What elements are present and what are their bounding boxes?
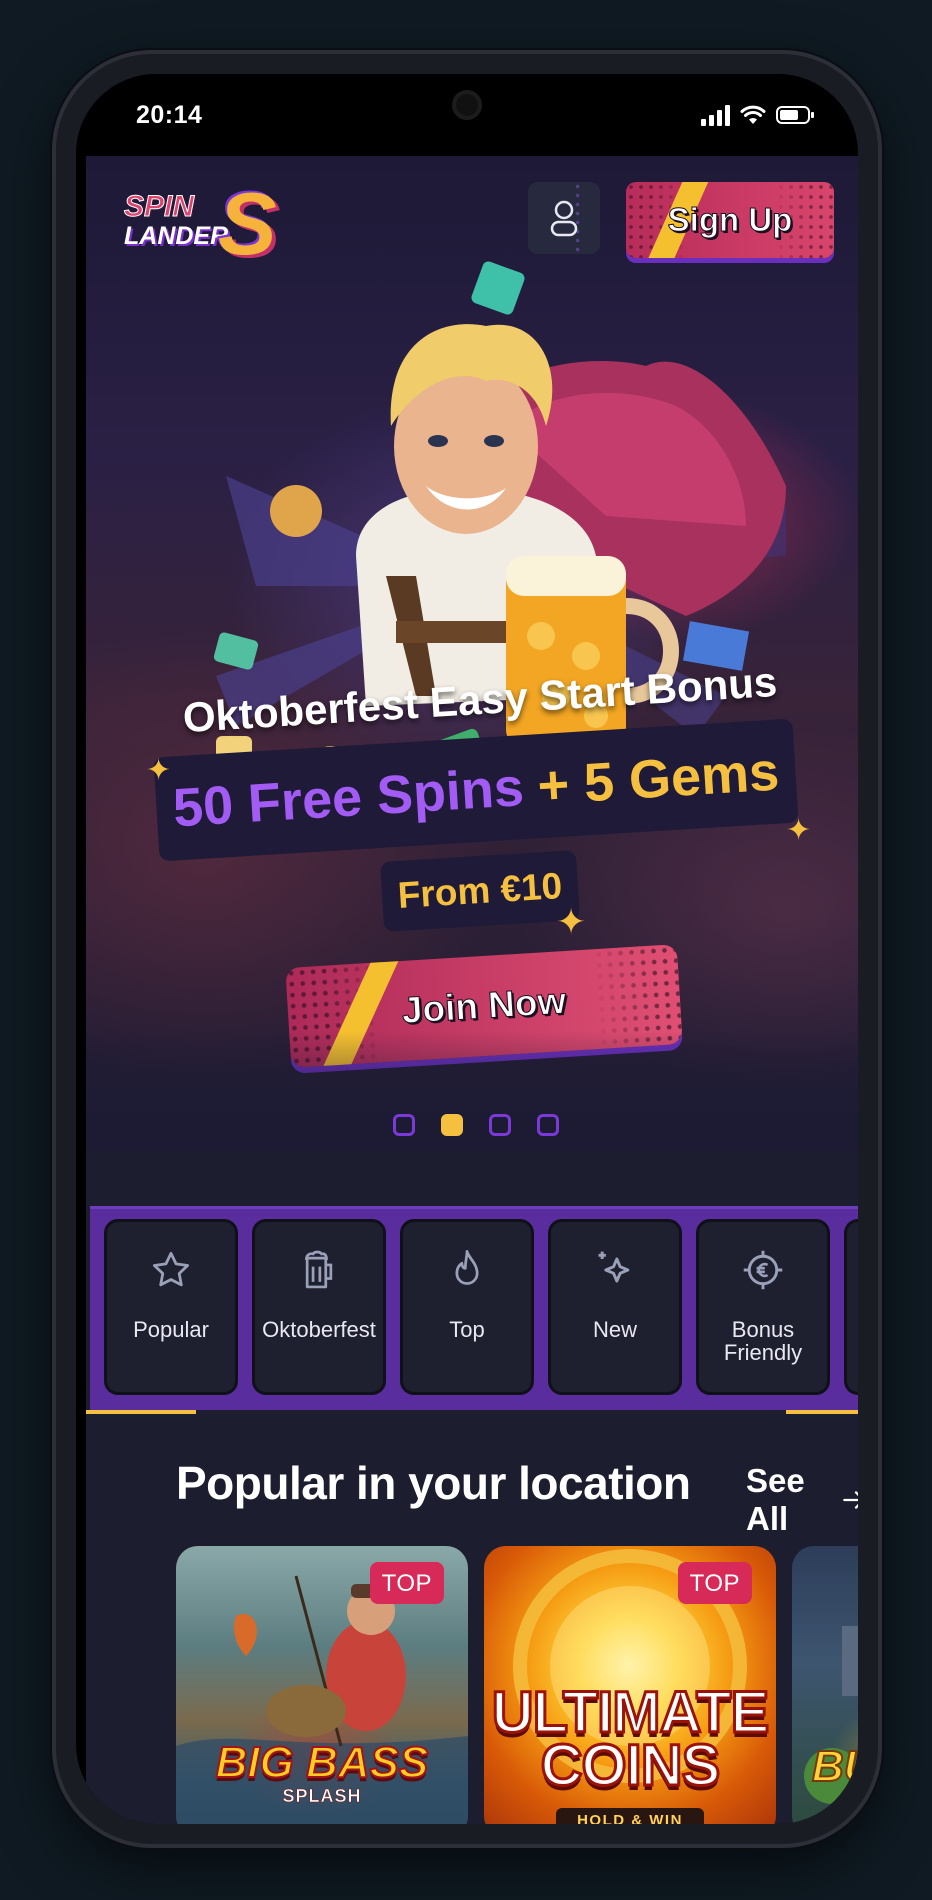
profile-button[interactable]: [528, 182, 600, 254]
app-viewport: SPIN LANDER S Sign Up Oktoberfest Easy S…: [86, 156, 858, 1824]
hero-banner[interactable]: SPIN LANDER S Sign Up Oktoberfest Easy S…: [86, 156, 858, 1151]
game-card-ultimate-coins[interactable]: TOP ULTIMATE COINS HOLD & WIN: [484, 1546, 776, 1824]
wifi-icon: [740, 105, 766, 124]
lightning-decoration: [314, 950, 404, 1068]
sparkles-icon: [593, 1246, 637, 1294]
brand-logo[interactable]: SPIN LANDER S: [112, 180, 312, 270]
join-now-button[interactable]: Join Now: [285, 944, 683, 1068]
battery-icon: [776, 106, 814, 124]
game-subtitle: SPLASH: [282, 1786, 362, 1807]
category-label: Top: [449, 1317, 485, 1342]
see-all-link[interactable]: See All: [746, 1462, 858, 1538]
top-badge: TOP: [677, 1562, 752, 1604]
category-oktoberfest[interactable]: Oktoberfest: [252, 1219, 386, 1395]
join-now-label: Join Now: [400, 980, 568, 1032]
game-subtitle: HOLD & WIN: [556, 1808, 704, 1824]
sparkle-icon: ✦: [556, 901, 587, 942]
sign-up-label: Sign Up: [667, 201, 793, 239]
game-title: BIG BASS: [215, 1738, 430, 1787]
sparkle-icon: ✦: [786, 814, 812, 847]
category-popular[interactable]: Popular: [104, 1219, 238, 1395]
game-card-partial[interactable]: BUI BU: [792, 1546, 858, 1824]
signal-icon: [701, 104, 730, 126]
phone-screen: 20:14 SPIN LANDER S Sign Up Oktoberfest …: [76, 74, 858, 1824]
sign-up-button[interactable]: Sign Up: [626, 182, 834, 258]
category-top[interactable]: Top: [400, 1219, 534, 1395]
game-title: BUI BU: [811, 1742, 858, 1791]
euro-coin-icon: [741, 1246, 785, 1294]
category-bonus-friendly[interactable]: Bonus Friendly: [696, 1219, 830, 1395]
user-icon: [550, 200, 578, 237]
beer-mug-icon: [298, 1246, 340, 1294]
logo-text-spin: SPIN: [123, 190, 195, 223]
star-icon: [150, 1246, 192, 1294]
category-list: Popular Oktoberfest Top New Bonus Friend…: [104, 1219, 858, 1395]
game-title: ULTIMATE COINS: [490, 1680, 771, 1799]
flame-icon: [448, 1246, 486, 1294]
promo-gems: + 5 Gems: [535, 741, 781, 817]
see-all-label: See All: [746, 1462, 805, 1537]
front-camera: [452, 90, 482, 120]
category-label: Bonus Friendly: [723, 1317, 803, 1366]
gold-accent-line: [786, 1410, 858, 1414]
top-badge: TOP: [369, 1562, 444, 1604]
status-time: 20:14: [136, 100, 203, 129]
logo-mark: S: [218, 174, 277, 273]
status-icons: [701, 104, 814, 126]
section-title-popular: Popular in your location: [176, 1457, 691, 1509]
logo-text-lander: LANDER: [124, 222, 229, 250]
category-label: Popular: [133, 1317, 209, 1342]
category-label: Oktoberfest: [262, 1317, 376, 1342]
carousel-dot-2[interactable]: [441, 1114, 463, 1136]
category-label: New: [592, 1317, 637, 1342]
promo-free-spins: 50 Free Spins: [171, 757, 526, 839]
sparkle-icon: ✦: [146, 754, 172, 787]
min-deposit-badge: From €10: [380, 850, 580, 932]
arrow-right-icon: [842, 1491, 858, 1509]
game-card-big-bass-splash[interactable]: TOP BIG BASS SPLASH: [176, 1546, 468, 1824]
phone-frame: 20:14 SPIN LANDER S Sign Up Oktoberfest …: [56, 54, 878, 1844]
category-new[interactable]: New: [548, 1219, 682, 1395]
carousel-indicators: [86, 1114, 858, 1136]
popular-games-carousel: TOP BIG BASS SPLASH TOP ULTIMATE COINS H…: [176, 1546, 858, 1824]
gold-accent-line: [86, 1410, 196, 1414]
carousel-dot-1[interactable]: [393, 1114, 415, 1136]
status-bar: 20:14: [76, 74, 858, 156]
carousel-dot-3[interactable]: [489, 1114, 511, 1136]
carousel-dot-4[interactable]: [537, 1114, 559, 1136]
category-next-partial[interactable]: [844, 1219, 858, 1395]
